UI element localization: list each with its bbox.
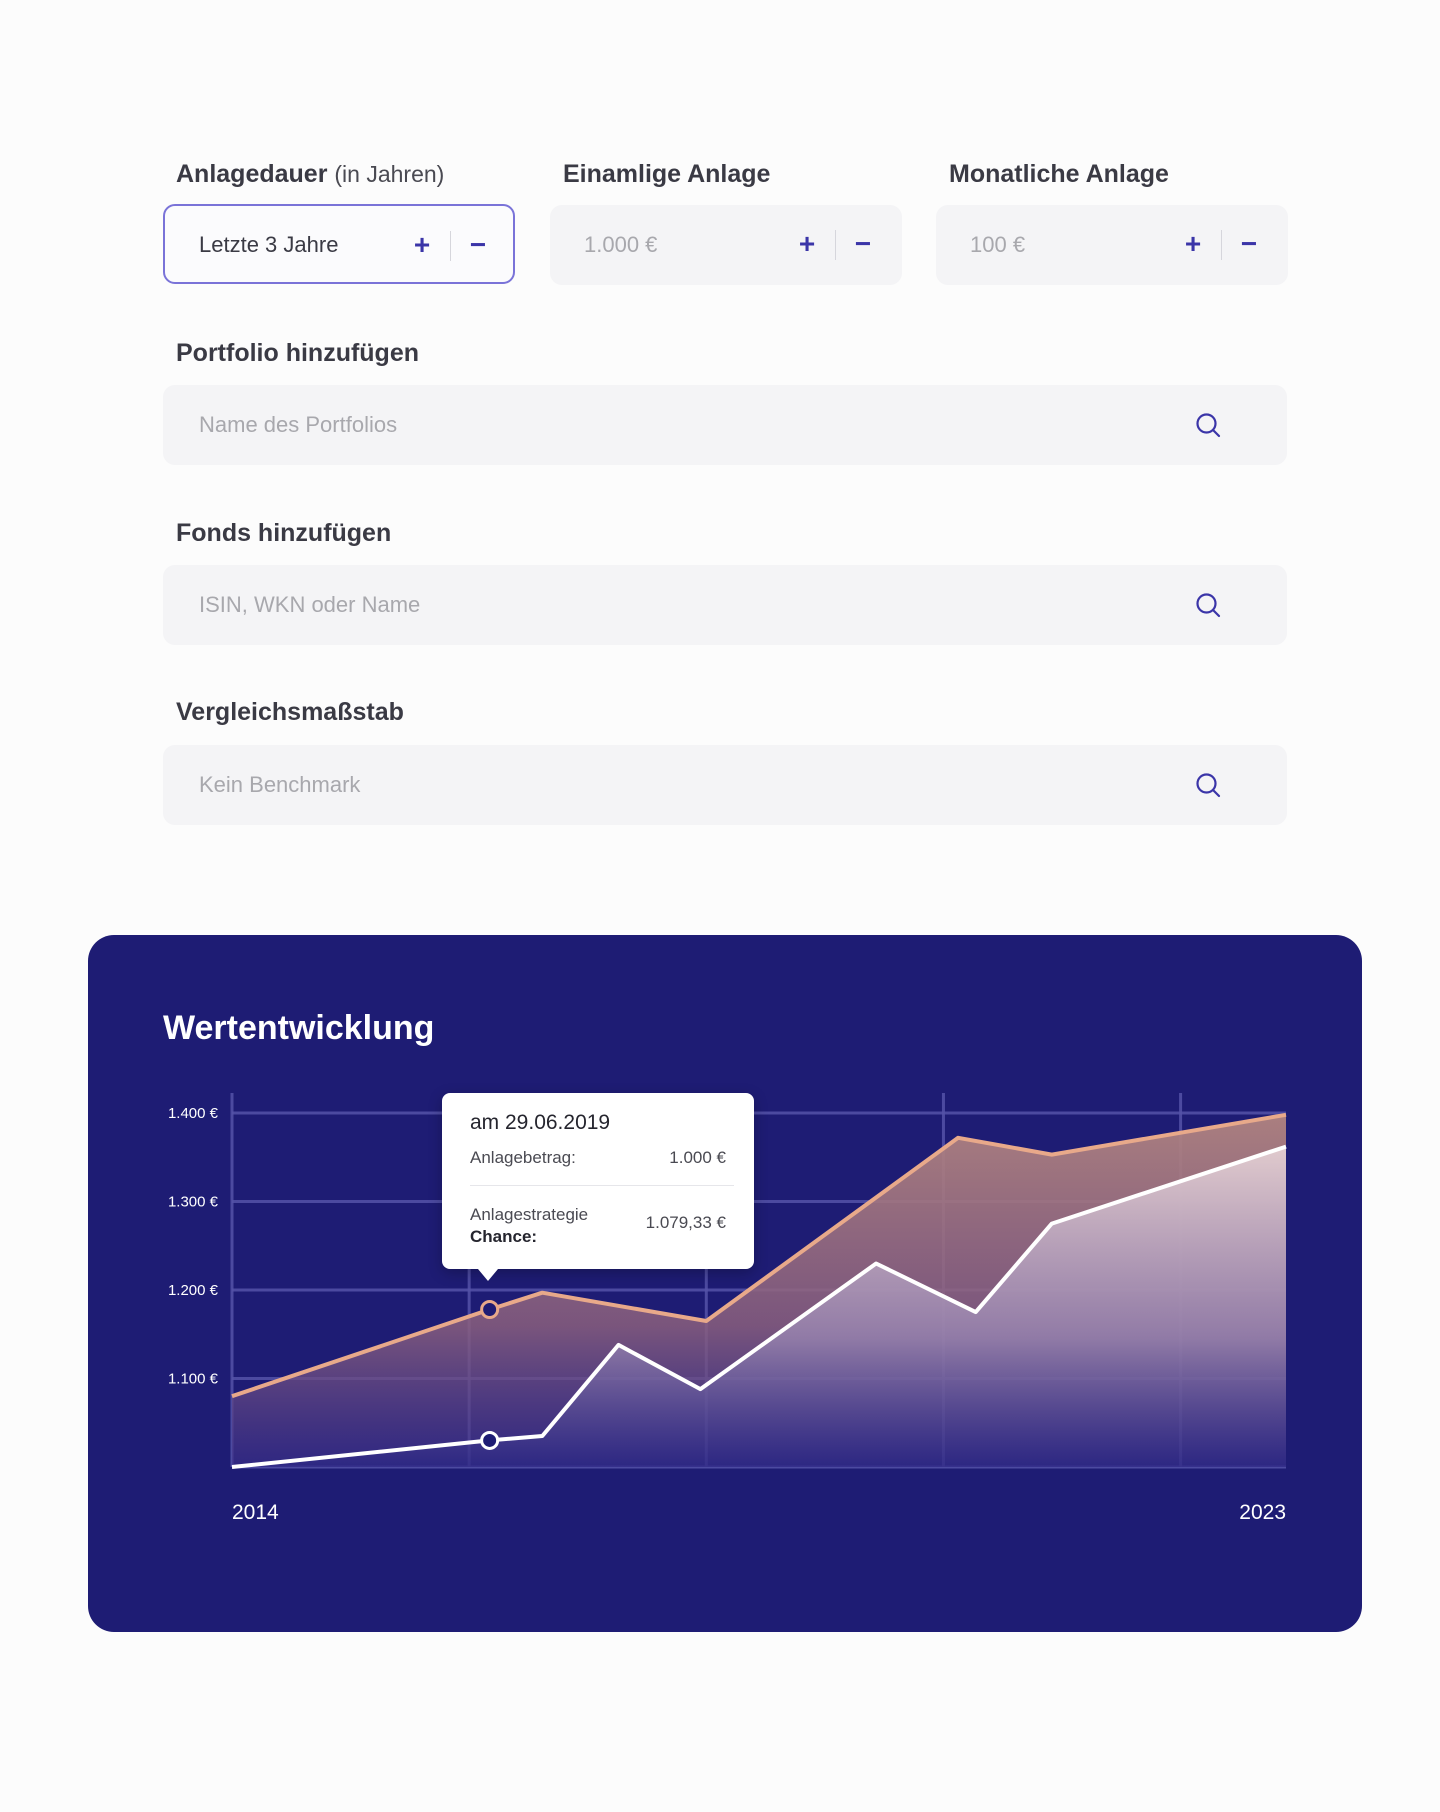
tooltip-date: am 29.06.2019 bbox=[470, 1111, 611, 1134]
search-icon[interactable] bbox=[1195, 592, 1221, 618]
portfolio-placeholder: Name des Portfolios bbox=[199, 412, 398, 437]
performance-chart: 1.400 € 1.300 € 1.200 € 1.100 € 2014 2023 bbox=[168, 1093, 1287, 1524]
duration-label-suffix: (in Jahren) bbox=[334, 161, 445, 187]
duration-stepper[interactable]: Letzte 3 Jahre + − bbox=[163, 204, 515, 284]
tooltip-amount-label: Anlagebetrag: bbox=[470, 1148, 576, 1167]
stepper-divider bbox=[835, 230, 836, 260]
stepper-divider bbox=[1221, 230, 1222, 260]
chart-y-tick-label: 1.100 € bbox=[168, 1371, 219, 1388]
fonds-label: Fonds hinzufügen bbox=[176, 519, 392, 547]
search-icon[interactable] bbox=[1195, 412, 1221, 438]
single-investment-value: 1.000 € bbox=[584, 232, 658, 257]
duration-plus-button[interactable]: + bbox=[405, 224, 439, 266]
chart-y-tick-label: 1.400 € bbox=[168, 1105, 219, 1122]
chart-tooltip: am 29.06.2019 Anlagebetrag: 1.000 € Anla… bbox=[442, 1093, 754, 1281]
monthly-investment-value: 100 € bbox=[970, 232, 1026, 257]
benchmark-label: Vergleichsmaßstab bbox=[176, 698, 404, 726]
tooltip-strategy-label: Anlagestrategie bbox=[470, 1205, 589, 1224]
portfolio-search-input[interactable]: Name des Portfolios bbox=[163, 385, 1287, 465]
search-icon[interactable] bbox=[1195, 772, 1221, 798]
single-investment-minus-button[interactable]: − bbox=[846, 223, 880, 265]
tooltip-amount-value: 1.000 € bbox=[669, 1148, 726, 1167]
tooltip-divider bbox=[470, 1185, 734, 1186]
monthly-investment-stepper[interactable]: 100 € + − bbox=[936, 205, 1288, 285]
duration-label: Anlagedauer (in Jahren) bbox=[176, 160, 444, 189]
chart-x-tick-label: 2014 bbox=[232, 1501, 279, 1524]
chart-highlight-point bbox=[480, 1299, 500, 1319]
chart-y-tick-label: 1.300 € bbox=[168, 1194, 219, 1211]
benchmark-search-input[interactable]: Kein Benchmark bbox=[163, 745, 1287, 825]
chart-x-tick-label: 2023 bbox=[1239, 1501, 1286, 1524]
chart-y-tick-label: 1.200 € bbox=[168, 1282, 219, 1299]
single-investment-label: Einamlige Anlage bbox=[563, 160, 771, 188]
single-investment-plus-button[interactable]: + bbox=[790, 223, 824, 265]
performance-card: Wertentwicklung 1.400 €1.300 €1.200 €1.1… bbox=[88, 935, 1362, 1632]
stepper-divider bbox=[450, 231, 451, 261]
fonds-search-input[interactable]: ISIN, WKN oder Name bbox=[163, 565, 1287, 645]
duration-minus-button[interactable]: − bbox=[461, 224, 495, 266]
chart-highlight-point bbox=[480, 1430, 500, 1450]
duration-label-text: Anlagedauer bbox=[176, 160, 328, 188]
duration-value: Letzte 3 Jahre bbox=[199, 232, 339, 257]
portfolio-label: Portfolio hinzufügen bbox=[176, 339, 420, 367]
monthly-investment-label: Monatliche Anlage bbox=[949, 160, 1169, 188]
single-investment-stepper[interactable]: 1.000 € + − bbox=[550, 205, 902, 285]
tooltip-strategy-value: 1.079,33 € bbox=[645, 1213, 726, 1232]
monthly-investment-minus-button[interactable]: − bbox=[1232, 223, 1266, 265]
monthly-investment-plus-button[interactable]: + bbox=[1176, 223, 1210, 265]
tooltip-strategy-name: Chance: bbox=[470, 1227, 538, 1246]
page: Anlagedauer (in Jahren) Letzte 3 Jahre +… bbox=[0, 0, 1440, 1812]
benchmark-placeholder: Kein Benchmark bbox=[199, 772, 361, 797]
fonds-placeholder: ISIN, WKN oder Name bbox=[199, 592, 421, 617]
